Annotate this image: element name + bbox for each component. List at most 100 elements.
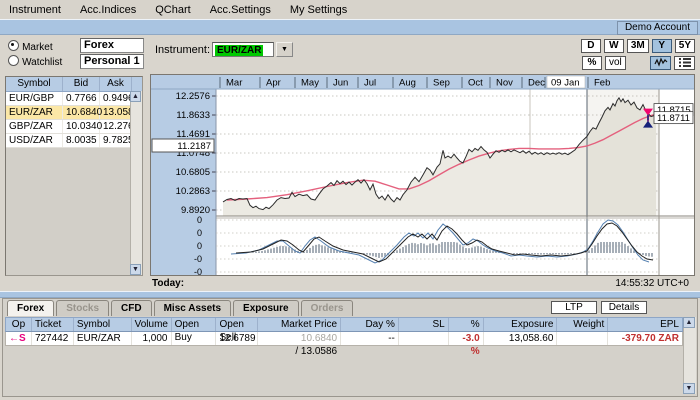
chart-footer: Today: 14:55:32 UTC+0 bbox=[150, 278, 695, 291]
svg-text:Nov: Nov bbox=[496, 78, 513, 89]
scroll-up-icon[interactable]: ▲ bbox=[130, 91, 141, 102]
clock-label: 14:55:32 UTC+0 bbox=[615, 278, 689, 289]
col-open-sell[interactable]: Open Sell bbox=[216, 318, 258, 331]
mode-buttons: % vol bbox=[582, 56, 626, 70]
svg-text:09 Jan: 09 Jan bbox=[551, 78, 580, 89]
svg-text:Mar: Mar bbox=[226, 78, 242, 89]
cell-open-sell: 12.6789 bbox=[216, 332, 258, 345]
menu-acc-indices[interactable]: Acc.Indices bbox=[80, 4, 136, 16]
quote-bid: 10.0340 bbox=[63, 120, 100, 133]
quote-symbol: EUR/GBP bbox=[6, 92, 63, 105]
col-symbol[interactable]: Symbol bbox=[74, 318, 132, 331]
quote-symbol: GBP/ZAR bbox=[6, 120, 63, 133]
col-day-pct[interactable]: Day % bbox=[341, 318, 399, 331]
tab-misc-assets[interactable]: Misc Assets bbox=[154, 300, 231, 316]
market-radio[interactable]: Market bbox=[8, 40, 53, 53]
col-open-buy[interactable]: Open Buy bbox=[172, 318, 217, 331]
position-row[interactable]: ←S 727442 EUR/ZAR 1,000 12.6789 10.6840 … bbox=[5, 332, 683, 346]
range-y-button[interactable]: Y bbox=[652, 39, 672, 53]
positions-panel: Forex Stocks CFD Misc Assets Exposure Or… bbox=[2, 298, 698, 397]
scroll-up-icon[interactable]: ▲ bbox=[683, 317, 695, 328]
quotes-header-ask[interactable]: Ask bbox=[100, 77, 132, 91]
col-epl[interactable]: EPL bbox=[608, 318, 682, 331]
scroll-down-icon[interactable]: ▼ bbox=[130, 264, 141, 275]
quote-row-usdzar[interactable]: USD/ZAR 8.0035 9.7825 bbox=[6, 134, 142, 148]
svg-text:12.2576: 12.2576 bbox=[176, 91, 210, 102]
cell-open-buy bbox=[172, 332, 217, 345]
market-bid: 10.6840 bbox=[301, 333, 337, 344]
cell-weight bbox=[557, 332, 608, 345]
line-chart-icon[interactable] bbox=[650, 56, 671, 70]
watchlist-select[interactable]: Personal 1 bbox=[80, 54, 144, 69]
tab-orders[interactable]: Orders bbox=[301, 300, 354, 316]
svg-text:Feb: Feb bbox=[594, 78, 610, 89]
range-5y-button[interactable]: 5Y bbox=[675, 39, 695, 53]
vol-button[interactable]: vol bbox=[605, 56, 626, 70]
range-3m-button[interactable]: 3M bbox=[627, 39, 649, 53]
menu-instrument[interactable]: Instrument bbox=[9, 4, 61, 16]
svg-text:May: May bbox=[301, 78, 319, 89]
quotes-header-bid[interactable]: Bid bbox=[63, 77, 100, 91]
market-radio-label: Market bbox=[22, 42, 53, 53]
col-weight[interactable]: Weight bbox=[557, 318, 608, 331]
watchlist-radio-dot[interactable] bbox=[8, 55, 19, 66]
percent-button[interactable]: % bbox=[582, 56, 602, 70]
positions-scrollbar[interactable]: ▲ ▼ bbox=[683, 317, 696, 394]
details-button[interactable]: Details bbox=[601, 301, 647, 314]
col-op[interactable]: Op bbox=[6, 318, 32, 331]
ltp-button[interactable]: LTP bbox=[551, 301, 597, 314]
chart-style-buttons bbox=[650, 56, 695, 70]
market-radio-dot[interactable] bbox=[8, 40, 19, 51]
tab-cfd[interactable]: CFD bbox=[111, 300, 152, 316]
panel-separator[interactable] bbox=[0, 291, 700, 298]
scroll-down-icon[interactable]: ▼ bbox=[683, 383, 695, 394]
cell-sl bbox=[399, 332, 449, 345]
positions-tabs: Forex Stocks CFD Misc Assets Exposure Or… bbox=[7, 300, 353, 316]
quote-row-gbpzar[interactable]: GBP/ZAR 10.0340 12.2769 bbox=[6, 120, 142, 134]
quotes-scrollbar[interactable]: ▲ ▼ bbox=[130, 91, 142, 275]
range-w-button[interactable]: W bbox=[604, 39, 624, 53]
range-d-button[interactable]: D bbox=[581, 39, 601, 53]
instrument-combo[interactable]: EUR/ZAR bbox=[212, 42, 274, 57]
market-select[interactable]: Forex bbox=[80, 38, 144, 53]
chart-canvas[interactable]: MarAprMayJunJulAugSepOctNovDec09 JanFeb1… bbox=[151, 75, 694, 275]
col-exposure[interactable]: Exposure bbox=[484, 318, 558, 331]
cell-pct: -3.0 % bbox=[449, 332, 484, 345]
cell-epl: -379.70 ZAR bbox=[608, 332, 682, 345]
tab-forex[interactable]: Forex bbox=[7, 300, 54, 316]
svg-text:Jul: Jul bbox=[364, 78, 376, 89]
menu-bar: Instrument Acc.Indices QChart Acc.Settin… bbox=[0, 0, 700, 19]
svg-text:11.4691: 11.4691 bbox=[176, 129, 210, 140]
svg-text:10.2863: 10.2863 bbox=[176, 186, 210, 197]
instrument-dropdown-icon[interactable]: ▼ bbox=[276, 42, 293, 57]
range-buttons: D W 3M Y 5Y bbox=[581, 39, 695, 53]
month-axis: MarAprMayJunJulAugSepOctNovDec09 JanFeb bbox=[220, 76, 610, 89]
quotes-header-symbol[interactable]: Symbol bbox=[6, 77, 63, 91]
quote-ask: 0.9496 bbox=[100, 92, 132, 105]
positions-header: Op Ticket Symbol Volume Open Buy Open Se… bbox=[5, 317, 683, 332]
menu-acc-settings[interactable]: Acc.Settings bbox=[210, 4, 271, 16]
quotes-table: Symbol Bid Ask EUR/GBP 0.7766 0.9496 EUR… bbox=[5, 76, 143, 276]
quote-row-eurzar[interactable]: EUR/ZAR 10.6840 13.0586 bbox=[6, 106, 142, 120]
watchlist-radio-label: Watchlist bbox=[22, 57, 62, 68]
col-ticket[interactable]: Ticket bbox=[32, 318, 74, 331]
col-volume[interactable]: Volume bbox=[132, 318, 172, 331]
svg-text:11.2187: 11.2187 bbox=[177, 141, 211, 152]
watchlist-radio[interactable]: Watchlist bbox=[8, 55, 62, 68]
tab-stocks[interactable]: Stocks bbox=[56, 300, 109, 316]
quote-row-eurgbp[interactable]: EUR/GBP 0.7766 0.9496 bbox=[6, 92, 142, 106]
col-sl[interactable]: SL bbox=[399, 318, 449, 331]
quote-list-icon[interactable] bbox=[674, 56, 695, 70]
col-market-price[interactable]: Market Price bbox=[258, 318, 341, 331]
menu-qchart[interactable]: QChart bbox=[155, 4, 190, 16]
cell-day-pct: -- bbox=[341, 332, 399, 345]
op-sell-icon: ←S bbox=[6, 332, 32, 345]
svg-text:-0: -0 bbox=[194, 267, 202, 275]
svg-text:Apr: Apr bbox=[266, 78, 281, 89]
price-chart[interactable]: MarAprMayJunJulAugSepOctNovDec09 JanFeb1… bbox=[150, 74, 695, 276]
svg-text:Aug: Aug bbox=[399, 78, 416, 89]
svg-text:11.8633: 11.8633 bbox=[176, 110, 210, 121]
tab-exposure[interactable]: Exposure bbox=[233, 300, 299, 316]
col-pct[interactable]: % bbox=[449, 318, 484, 331]
menu-my-settings[interactable]: My Settings bbox=[290, 4, 347, 16]
